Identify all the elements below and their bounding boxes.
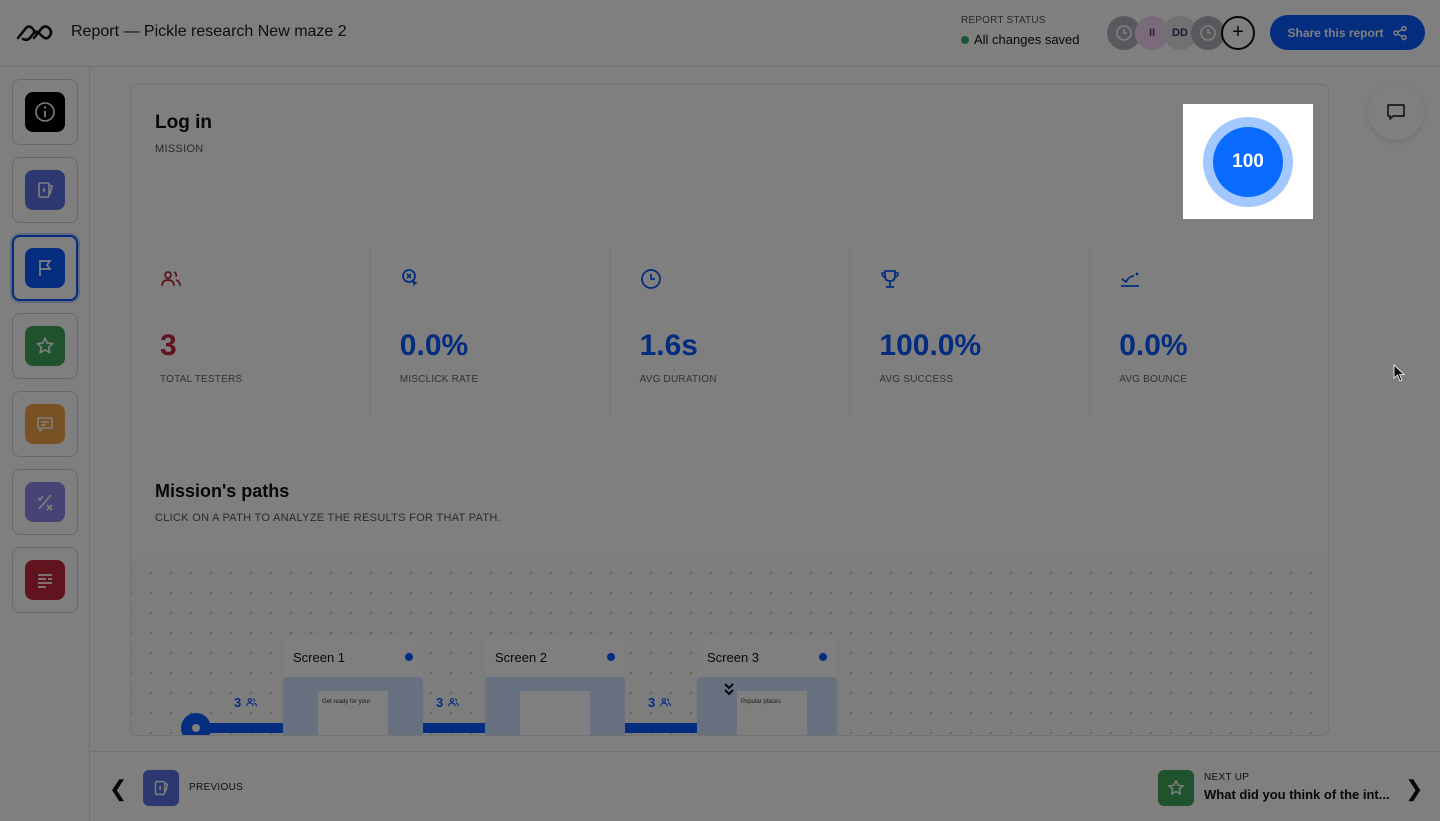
sidebar-item-rating[interactable] — [12, 313, 78, 379]
card-icon — [154, 780, 169, 796]
sidebar-item-context[interactable] — [12, 547, 78, 613]
screen-label: Screen 3 — [707, 649, 760, 665]
star-icon — [1168, 779, 1184, 795]
card-icon — [38, 182, 53, 198]
users-icon — [448, 698, 460, 707]
comment-button[interactable] — [1368, 84, 1424, 140]
info-icon — [35, 102, 55, 122]
check-x-icon — [37, 494, 53, 511]
stat-value: 1.6s — [639, 329, 698, 362]
screen-status-dot — [819, 653, 827, 661]
report-title: Report — Pickle research New maze 2 — [71, 23, 347, 40]
avatar[interactable] — [1191, 16, 1225, 50]
stat-avg-duration: 1.6s AVG DURATION — [611, 247, 851, 417]
share-report-button[interactable]: Share this report — [1270, 15, 1425, 50]
mission-card: Log in MISSION 3 TOTAL TESTERS 0.0% MISC… — [130, 84, 1329, 736]
stat-value: 0.0% — [1119, 329, 1188, 362]
path-tester-count: 3 — [648, 695, 672, 710]
screen-label: Screen 1 — [293, 649, 346, 665]
stat-misclick-rate: 0.0% MISCLICK RATE — [371, 247, 611, 417]
flag-icon — [39, 260, 52, 276]
block-navigation-footer: ❮ PREVIOUS NEXT UP What did you think of… — [91, 751, 1440, 821]
next-chevron-icon[interactable]: ❯ — [1405, 776, 1423, 802]
trophy-icon — [881, 270, 900, 288]
bounce-icon — [1121, 272, 1140, 287]
sidebar-item-yes-no[interactable] — [12, 469, 78, 535]
previous-block-icon[interactable] — [143, 770, 179, 806]
share-icon — [1392, 25, 1407, 40]
stat-value: 3 — [160, 329, 177, 362]
path-segment[interactable] — [421, 723, 491, 733]
stat-avg-bounce: 0.0% AVG BOUNCE — [1090, 247, 1328, 417]
report-status-value: All changes saved — [974, 32, 1080, 47]
stat-label: TOTAL TESTERS — [160, 374, 243, 385]
screen-status-dot — [607, 653, 615, 661]
comment-icon — [1387, 104, 1405, 120]
screen-thumbnail — [520, 691, 590, 735]
mission-score-highlight[interactable]: 100 — [1183, 104, 1313, 219]
sidebar-item-open-question[interactable] — [12, 391, 78, 457]
sidebar-item-mission[interactable] — [12, 235, 78, 301]
message-icon — [37, 417, 53, 432]
stat-label: AVG BOUNCE — [1119, 374, 1188, 385]
screen-node[interactable]: Screen 1 Get ready for your — [283, 637, 423, 735]
path-tester-count: 3 — [234, 695, 258, 710]
text-lines-icon — [38, 574, 52, 588]
add-collaborator-button[interactable]: + — [1221, 16, 1255, 50]
stat-avg-success: 100.0% AVG SUCCESS — [850, 247, 1091, 417]
path-segment[interactable] — [623, 723, 703, 733]
share-button-label: Share this report — [1287, 25, 1384, 40]
paths-canvas[interactable]: 3 3 3 Screen 1 Get ready for your Screen… — [131, 557, 1328, 735]
maze-logo-icon[interactable] — [14, 22, 56, 44]
next-up-label: NEXT UP — [1204, 772, 1250, 783]
previous-button[interactable]: PREVIOUS — [189, 782, 243, 793]
sidebar-item-info[interactable] — [12, 79, 78, 145]
sidebar-item-opinion-scale[interactable] — [12, 157, 78, 223]
users-icon — [161, 271, 181, 287]
screen-node[interactable]: Screen 3 Popular places — [697, 637, 837, 735]
next-block-title[interactable]: What did you think of the int... — [1204, 787, 1390, 802]
block-sidebar — [0, 67, 90, 821]
paths-subtitle: CLICK ON A PATH TO ANALYZE THE RESULTS F… — [155, 512, 501, 524]
screen-status-dot — [405, 653, 413, 661]
mission-score-badge: 100 — [1203, 116, 1293, 207]
clock-icon — [1200, 25, 1216, 41]
top-bar: Report — Pickle research New maze 2 REPO… — [0, 0, 1440, 67]
misclick-icon — [401, 269, 418, 287]
screen-thumbnail: Popular places — [737, 691, 807, 735]
paths-title: Mission's paths — [155, 481, 290, 501]
report-status: REPORT STATUS All changes saved — [961, 15, 1080, 47]
status-dot-icon — [961, 35, 969, 44]
path-tester-count: 3 — [436, 695, 460, 710]
screen-node[interactable]: Screen 2 — [485, 637, 625, 735]
mouse-cursor-icon — [1393, 364, 1405, 382]
users-icon — [660, 698, 672, 707]
stat-value: 100.0% — [879, 329, 982, 362]
stat-value: 0.0% — [399, 329, 469, 362]
next-block-icon[interactable] — [1158, 770, 1194, 806]
clock-icon — [1116, 25, 1132, 41]
star-icon — [36, 337, 54, 354]
clock-icon — [640, 269, 661, 289]
previous-chevron-icon[interactable]: ❮ — [109, 776, 127, 802]
stat-label: MISCLICK RATE — [399, 374, 479, 385]
path-segment[interactable] — [201, 723, 291, 733]
stat-label: AVG DURATION — [639, 374, 717, 385]
screen-label: Screen 2 — [495, 649, 548, 665]
users-icon — [246, 698, 258, 707]
stat-label: AVG SUCCESS — [879, 374, 954, 385]
screen-thumbnail: Get ready for your — [318, 691, 388, 735]
double-chevron-down-icon — [724, 683, 734, 696]
mission-stats: 3 TOTAL TESTERS 0.0% MISCLICK RATE 1.6s … — [131, 247, 1328, 417]
mission-subtitle: MISSION — [155, 143, 204, 155]
mission-title: Log in — [155, 112, 212, 133]
path-start-node[interactable] — [181, 713, 211, 735]
stat-total-testers: 3 TOTAL TESTERS — [131, 247, 371, 417]
report-status-label: REPORT STATUS — [961, 15, 1046, 26]
mission-score-value: 100 — [1213, 126, 1283, 197]
